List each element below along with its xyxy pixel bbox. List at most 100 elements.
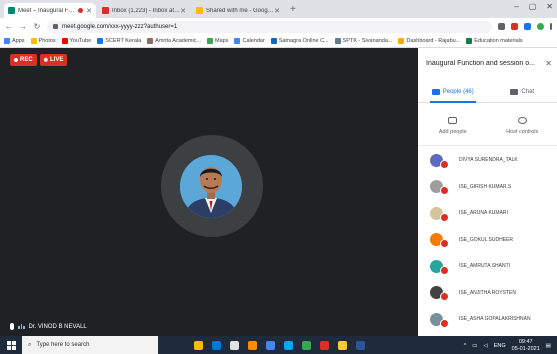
participant-row[interactable]: ISE_AMRUTA SHANTI — [418, 253, 557, 280]
taskbar-app-icon[interactable] — [248, 340, 257, 350]
extension-icon[interactable] — [524, 23, 531, 30]
participant-row[interactable]: ISE_ASHA GOPALAKRISHNAN — [418, 306, 557, 333]
close-tab-icon[interactable]: ✕ — [274, 7, 280, 15]
bookmark-favicon-icon — [30, 38, 37, 44]
panel-title: Inaugural Function and session o... — [426, 60, 535, 67]
back-icon[interactable]: ← — [5, 22, 13, 31]
bookmark-item[interactable]: SCERT Kerala — [97, 38, 141, 44]
add-people-button[interactable]: Add people — [418, 106, 488, 145]
volume-icon[interactable]: ◁ — [484, 343, 488, 349]
bookmark-item[interactable]: Apps — [4, 38, 25, 44]
profile-avatar[interactable] — [537, 23, 544, 30]
reload-icon[interactable]: ↻ — [33, 22, 41, 31]
address-bar[interactable]: meet.google.com/xxx-yyyy-zzz?authuser=1 — [47, 20, 492, 33]
bookmark-favicon-icon — [270, 38, 277, 44]
tab-chat[interactable]: Chat — [488, 81, 557, 102]
close-tab-icon[interactable]: ✕ — [180, 7, 186, 15]
taskbar-app-icon[interactable] — [194, 340, 203, 350]
forward-icon[interactable]: → — [19, 22, 27, 31]
bookmark-star-icon[interactable] — [498, 23, 505, 30]
address-url: meet.google.com/xxx-yyyy-zzz?authuser=1 — [62, 23, 178, 30]
close-window-icon[interactable]: ✕ — [546, 2, 553, 11]
bookmark-label: Calendar — [242, 38, 265, 44]
participant-list: DIVYA SURENDRA_TALK ISE_GIRISH KUMAR.S ISE… — [418, 147, 557, 333]
tab-people-label: People (46) — [442, 88, 474, 95]
clock[interactable]: 09:47 05-01-2021 — [512, 339, 540, 352]
bookmark-item[interactable]: SPTK - Sivananda... — [334, 38, 393, 44]
start-button[interactable] — [0, 336, 22, 354]
search-placeholder: Type here to search — [36, 342, 90, 348]
close-panel-icon[interactable]: ✕ — [545, 59, 552, 68]
taskbar-app-icon[interactable] — [266, 340, 275, 350]
taskbar-app-icon[interactable] — [230, 340, 239, 350]
bookmark-favicon-icon — [4, 38, 10, 44]
tab-title: Shared with me - Google Drive — [206, 7, 274, 14]
participant-name: DIVYA SURENDRA_TALK — [459, 157, 518, 164]
menu-icon[interactable] — [550, 23, 552, 30]
meet-favicon-icon — [8, 7, 15, 14]
participant-avatar — [430, 180, 449, 196]
tab-people[interactable]: People (46) — [418, 81, 488, 103]
close-tab-icon[interactable]: ✕ — [86, 7, 92, 15]
bookmark-item[interactable]: Amrita Academic... — [147, 38, 201, 44]
add-people-icon — [448, 116, 458, 124]
participant-row[interactable]: ISE_ARUNA KUMARI — [418, 200, 557, 227]
record-dot-icon — [14, 58, 18, 62]
bookmark-item[interactable]: Maps — [207, 38, 228, 44]
panel-tabs: People (46) Chat — [418, 81, 557, 103]
bookmark-favicon-icon — [466, 38, 473, 44]
taskbar-app-icon[interactable] — [338, 340, 347, 350]
speaker-avatar — [180, 155, 242, 218]
participant-row[interactable]: DIVYA SURENDRA_TALK — [418, 147, 557, 174]
participant-name: ISE_GOKUL SUDHEER — [459, 236, 513, 243]
muted-mic-icon — [440, 318, 449, 328]
taskbar-app-icon[interactable] — [212, 340, 221, 350]
rec-badge: REC — [10, 54, 37, 66]
participant-avatar — [430, 153, 449, 169]
language-indicator[interactable]: ENG — [494, 343, 506, 349]
browser-tab-strip: Meet – Inaugural Function a... ✕ Inbox (… — [0, 0, 557, 18]
gmail-favicon-icon — [102, 7, 109, 14]
participant-avatar — [430, 286, 449, 302]
taskbar-app-icon[interactable] — [356, 340, 365, 350]
host-controls-icon — [517, 116, 527, 124]
bookmark-label: YouTube — [69, 38, 92, 44]
minimize-icon[interactable]: – — [514, 2, 518, 11]
bookmark-label: Maps — [215, 38, 229, 44]
screen: Meet – Inaugural Function a... ✕ Inbox (… — [0, 0, 557, 354]
extension-icon[interactable] — [511, 23, 518, 30]
notifications-icon[interactable]: ▤ — [546, 343, 551, 349]
add-people-label: Add people — [438, 128, 467, 135]
bookmark-item[interactable]: Samagra Online C... — [270, 38, 329, 44]
tab-chat-label: Chat — [521, 88, 535, 95]
participant-row[interactable]: ISE_ANJITHA ROYSTEN — [418, 280, 557, 307]
maximize-icon[interactable]: ▢ — [529, 2, 537, 11]
host-controls-button[interactable]: Host controls — [488, 106, 557, 145]
participant-name: ISE_GIRISH KUMAR.S — [459, 183, 512, 190]
bookmark-favicon-icon — [398, 38, 405, 44]
taskbar-search[interactable]: ⌕ Type here to search — [22, 336, 158, 354]
bookmark-item[interactable]: Education materials — [466, 38, 523, 44]
taskbar-app-icon[interactable] — [302, 340, 311, 350]
taskbar-app-icon[interactable] — [320, 340, 329, 350]
taskbar-app-icon[interactable] — [284, 340, 293, 350]
recording-dot-icon — [78, 8, 84, 13]
mic-icon — [10, 323, 14, 330]
bookmark-item[interactable]: YouTube — [61, 38, 92, 44]
new-tab-button[interactable]: + — [290, 3, 296, 18]
bookmark-item[interactable]: Dashboard - Rajabu... — [398, 38, 460, 44]
participant-row[interactable]: ISE_GIRISH KUMAR.S — [418, 174, 557, 201]
network-icon[interactable]: ▭ — [472, 343, 477, 349]
muted-mic-icon — [440, 239, 449, 249]
bookmark-item[interactable]: Calendar — [234, 38, 265, 44]
participant-row[interactable]: ISE_GOKUL SUDHEER — [418, 227, 557, 254]
bookmark-label: SPTK - Sivananda... — [342, 38, 393, 44]
drive-favicon-icon — [196, 7, 203, 14]
tray-chevron-icon[interactable]: ^ — [464, 343, 467, 349]
browser-tab-meet[interactable]: Meet – Inaugural Function a... ✕ — [4, 3, 96, 18]
bookmark-label: Amrita Academic... — [155, 38, 202, 44]
bookmark-item[interactable]: Photos — [30, 38, 56, 44]
live-icon: ◉ — [43, 57, 49, 63]
browser-tab-gmail[interactable]: Inbox (1,223) - Inbox at vinodb... ✕ — [98, 3, 190, 18]
browser-tab-drive[interactable]: Shared with me - Google Drive ✕ — [192, 3, 284, 18]
